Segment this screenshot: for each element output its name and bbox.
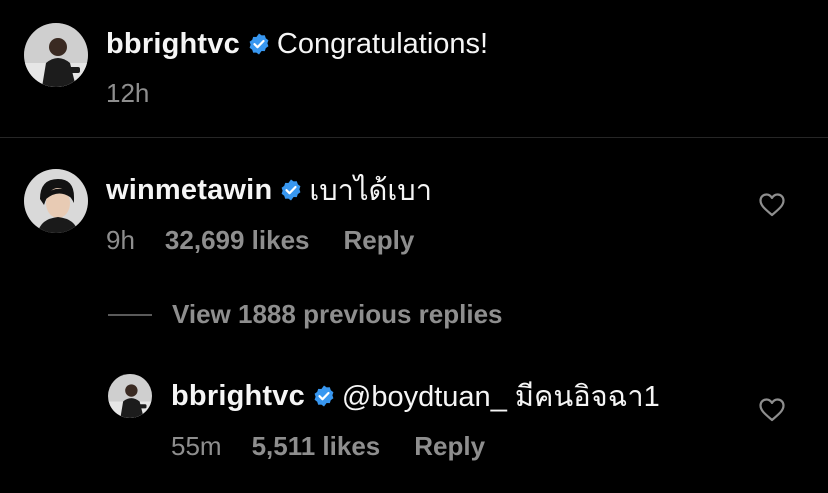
caption-time: 12h <box>106 78 150 108</box>
avatar-image <box>24 23 88 87</box>
caption-meta: 12h <box>106 78 149 109</box>
reply-username[interactable]: bbrightvc <box>171 380 305 413</box>
divider <box>0 137 828 138</box>
verified-badge-icon <box>279 178 303 202</box>
reply-likes[interactable]: 5,511 likes <box>252 431 381 462</box>
avatar-image <box>24 169 88 233</box>
like-heart-icon[interactable] <box>759 398 785 422</box>
reply-time: 55m <box>171 431 222 461</box>
comment-text: เบาได้เบา <box>309 175 432 207</box>
comment-username[interactable]: winmetawin <box>106 174 272 207</box>
reply-text: @boydtuan_ มีคนอิจฉา1 <box>341 381 660 413</box>
comment-time: 9h <box>106 225 135 255</box>
like-heart-icon[interactable] <box>759 193 785 217</box>
caption-username[interactable]: bbrightvc <box>106 28 240 61</box>
avatar[interactable] <box>24 23 88 87</box>
view-previous-replies-label: View 1888 previous replies <box>172 299 503 329</box>
comment-line: winmetawin เบาได้เบา <box>106 170 432 210</box>
verified-badge-icon <box>247 32 271 56</box>
caption-text: Congratulations! <box>276 27 489 60</box>
avatar[interactable] <box>24 169 88 233</box>
view-previous-replies-button[interactable]: View 1888 previous replies <box>108 299 502 330</box>
comment-reply-button[interactable]: Reply <box>344 225 415 256</box>
comment-meta: 9h 32,699 likes Reply <box>106 225 414 256</box>
reply-reply-button[interactable]: Reply <box>414 431 485 462</box>
avatar-image <box>108 374 152 418</box>
comment-likes[interactable]: 32,699 likes <box>165 225 310 256</box>
verified-badge-icon <box>312 384 336 408</box>
reply-line: bbrightvc @boydtuan_ มีคนอิจฉา1 <box>171 376 660 416</box>
avatar[interactable] <box>108 374 152 418</box>
comments-screen: bbrightvc Congratulations! 12h winmetawi… <box>0 0 828 493</box>
replies-dash <box>108 313 152 316</box>
reply-meta: 55m 5,511 likes Reply <box>171 431 485 462</box>
caption-line: bbrightvc Congratulations! <box>106 24 488 64</box>
